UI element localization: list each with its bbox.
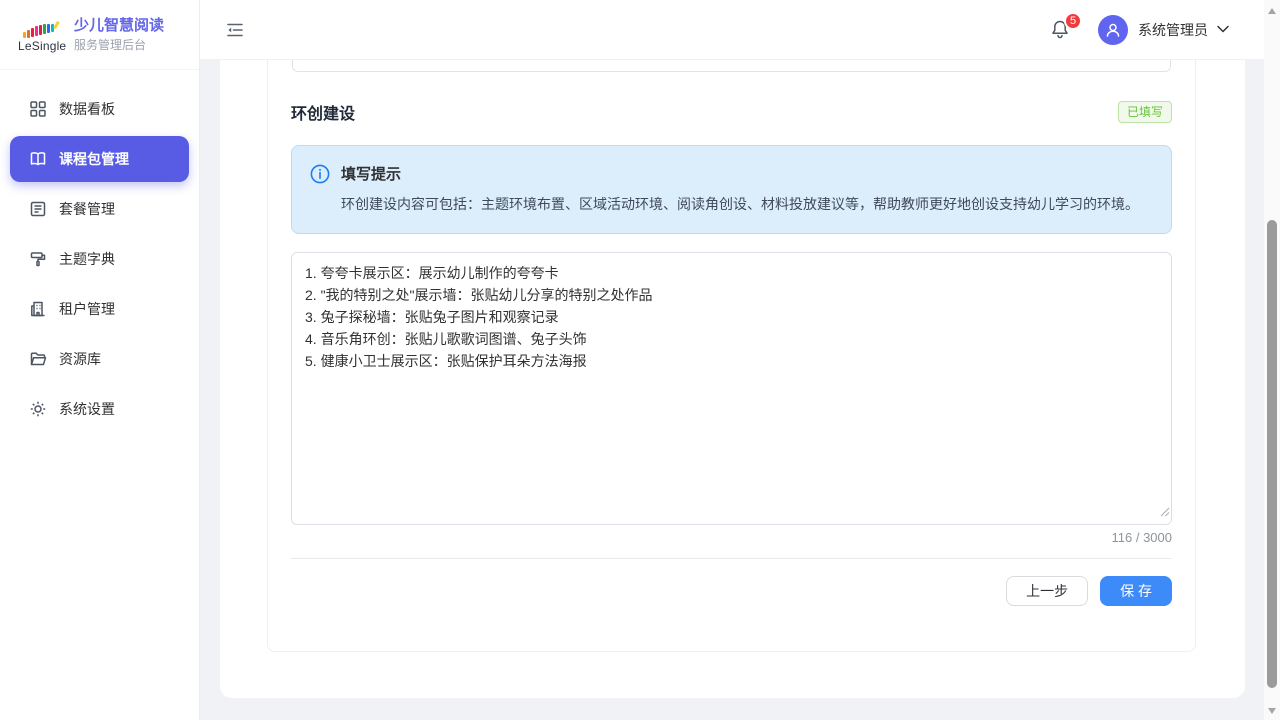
environment-setup-textarea[interactable]: 1. 夸夸卡展示区：展示幼儿制作的夸夸卡 2. "我的特别之处"展示墙：张贴幼儿…: [291, 252, 1172, 525]
sidebar-menu: 数据看板 课程包管理 套餐管理 主题字典 租户管理: [0, 70, 199, 432]
notification-badge: 5: [1064, 12, 1082, 30]
sidebar-item-label: 数据看板: [59, 99, 115, 119]
button-row: 上一步 保 存: [291, 576, 1172, 606]
sidebar-item-label: 系统设置: [59, 399, 115, 419]
content-area: 环创建设 已填写 填写提示 环创建设内容可包括：主题环境布置、区域活动环境、阅读…: [200, 60, 1264, 720]
folder-icon: [29, 350, 47, 368]
sidebar-item-tenants[interactable]: 租户管理: [10, 286, 189, 332]
scroll-up-arrow-icon[interactable]: [1268, 8, 1276, 14]
scrollbar-thumb[interactable]: [1267, 220, 1277, 688]
sidebar-item-label: 资源库: [59, 349, 101, 369]
section-title: 环创建设: [291, 100, 355, 124]
top-bar: 5 系统管理员: [200, 0, 1264, 60]
previous-step-button[interactable]: 上一步: [1006, 576, 1088, 606]
scroll-down-arrow-icon[interactable]: [1268, 708, 1276, 714]
sidebar: LeSingle 少儿智慧阅读 服务管理后台 数据看板 课程包管理 套餐管理: [0, 0, 200, 720]
app-subtitle: 服务管理后台: [74, 37, 164, 53]
tip-title: 填写提示: [341, 163, 401, 184]
logo-word: LeSingle: [18, 39, 64, 53]
list-document-icon: [29, 200, 47, 218]
page-card: 环创建设 已填写 填写提示 环创建设内容可包括：主题环境布置、区域活动环境、阅读…: [220, 60, 1245, 698]
open-book-icon: [29, 150, 47, 168]
sidebar-item-label: 租户管理: [59, 299, 115, 319]
chevron-down-icon[interactable]: [1216, 21, 1230, 39]
previous-field-partial: [292, 60, 1171, 72]
char-counter: 116 / 3000: [291, 530, 1172, 545]
tip-box: 填写提示 环创建设内容可包括：主题环境布置、区域活动环境、阅读角创设、材料投放建…: [291, 145, 1172, 234]
sidebar-item-resources[interactable]: 资源库: [10, 336, 189, 382]
sidebar-item-dashboard[interactable]: 数据看板: [10, 86, 189, 132]
notifications-button[interactable]: 5: [1050, 19, 1072, 41]
sidebar-item-course-packages[interactable]: 课程包管理: [10, 136, 189, 182]
gear-icon: [29, 400, 47, 418]
avatar[interactable]: [1098, 15, 1128, 45]
sidebar-item-settings[interactable]: 系统设置: [10, 386, 189, 432]
sidebar-item-label: 套餐管理: [59, 199, 115, 219]
sidebar-item-label: 课程包管理: [59, 149, 129, 169]
username[interactable]: 系统管理员: [1138, 20, 1208, 40]
dashboard-icon: [29, 100, 47, 118]
building-icon: [29, 300, 47, 318]
status-badge: 已填写: [1118, 101, 1172, 123]
main-area: 5 系统管理员 环创建设 已填写: [200, 0, 1264, 720]
sidebar-item-label: 主题字典: [59, 249, 115, 269]
lesingle-logo-icon: LeSingle: [18, 16, 64, 53]
save-button[interactable]: 保 存: [1100, 576, 1172, 606]
logo: LeSingle 少儿智慧阅读 服务管理后台: [0, 0, 199, 70]
collapse-sidebar-icon[interactable]: [225, 20, 245, 40]
sidebar-item-plans[interactable]: 套餐管理: [10, 186, 189, 232]
app-title: 少儿智慧阅读: [74, 16, 164, 36]
info-icon: [310, 164, 330, 184]
sidebar-item-theme-dictionary[interactable]: 主题字典: [10, 236, 189, 282]
section-header: 环创建设 已填写: [291, 100, 1172, 124]
form-card: 环创建设 已填写 填写提示 环创建设内容可包括：主题环境布置、区域活动环境、阅读…: [267, 60, 1196, 652]
paint-roller-icon: [29, 250, 47, 268]
page-scrollbar[interactable]: [1264, 0, 1280, 720]
divider: [291, 558, 1172, 559]
tip-body: 环创建设内容可包括：主题环境布置、区域活动环境、阅读角创设、材料投放建议等，帮助…: [341, 193, 1151, 216]
